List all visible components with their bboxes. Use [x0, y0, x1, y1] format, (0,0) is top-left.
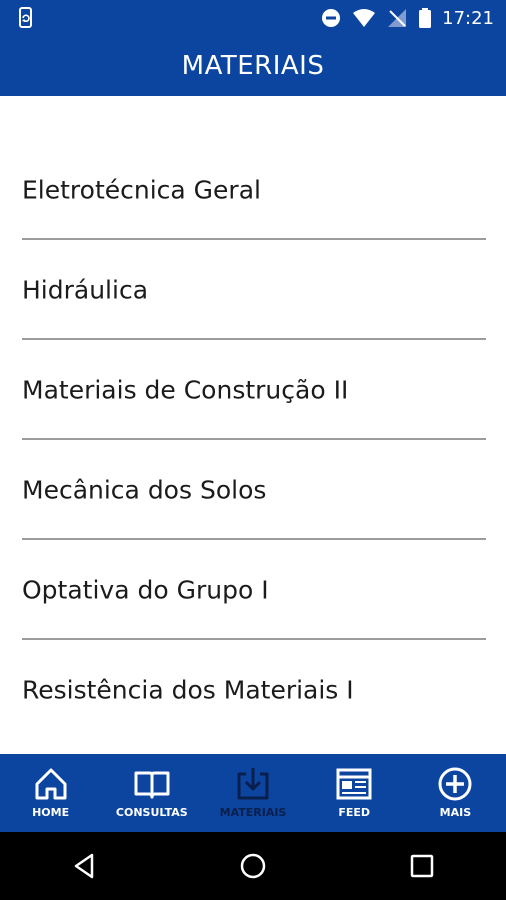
nav-label: MAIS: [439, 806, 472, 819]
do-not-disturb-icon: [322, 9, 341, 27]
wifi-icon: [353, 9, 376, 27]
material-label: Materiais de Construção II: [22, 375, 349, 405]
status-bar: 17:21: [0, 0, 506, 36]
status-time: 17:21: [442, 7, 494, 29]
nav-item-mais[interactable]: MAIS: [405, 754, 506, 832]
home-icon: [35, 768, 67, 800]
nav-item-home[interactable]: HOME: [0, 754, 101, 832]
list-item[interactable]: Mecânica dos Solos: [0, 440, 506, 540]
nav-item-materiais[interactable]: MATERIAIS: [202, 754, 303, 832]
list-item[interactable]: Optativa do Grupo I: [0, 540, 506, 640]
materials-list: Eletrotécnica Geral Hidráulica Materiais…: [0, 140, 506, 740]
system-nav-bar: [0, 832, 506, 900]
phone-sync-icon: [19, 7, 32, 28]
nav-label: CONSULTAS: [115, 806, 188, 819]
home-button[interactable]: [233, 846, 273, 886]
recents-button[interactable]: [402, 846, 442, 886]
bottom-nav: HOME CONSULTAS MATERIAIS FEED MAIS: [0, 754, 506, 832]
list-item[interactable]: Hidráulica: [0, 240, 506, 340]
nav-label: HOME: [32, 806, 70, 819]
list-item[interactable]: Eletrotécnica Geral: [0, 140, 506, 240]
nav-label: FEED: [338, 806, 371, 819]
battery-icon: [419, 8, 432, 28]
material-label: Hidráulica: [22, 275, 149, 305]
material-label: Eletrotécnica Geral: [22, 175, 261, 205]
feed-icon: [336, 768, 372, 800]
home-circle-icon: [240, 853, 266, 879]
book-icon: [134, 771, 170, 799]
back-button[interactable]: [64, 846, 104, 886]
material-label: Mecânica dos Solos: [22, 475, 267, 505]
nav-item-consultas[interactable]: CONSULTAS: [101, 754, 202, 832]
download-icon: [237, 768, 269, 800]
recents-square-icon: [410, 854, 433, 878]
page-title: MATERIAIS: [181, 51, 325, 81]
nav-item-feed[interactable]: FEED: [304, 754, 405, 832]
no-signal-icon: [388, 9, 407, 27]
material-label: Resistência dos Materiais I: [22, 675, 354, 705]
list-item[interactable]: Resistência dos Materiais I: [0, 640, 506, 740]
status-icons: 17:21: [320, 0, 494, 36]
plus-circle-icon: [438, 767, 472, 801]
back-triangle-icon: [75, 853, 94, 879]
material-label: Optativa do Grupo I: [22, 575, 269, 605]
app-bar: MATERIAIS: [0, 36, 506, 96]
list-item[interactable]: Materiais de Construção II: [0, 340, 506, 440]
nav-label: MATERIAIS: [219, 806, 287, 819]
